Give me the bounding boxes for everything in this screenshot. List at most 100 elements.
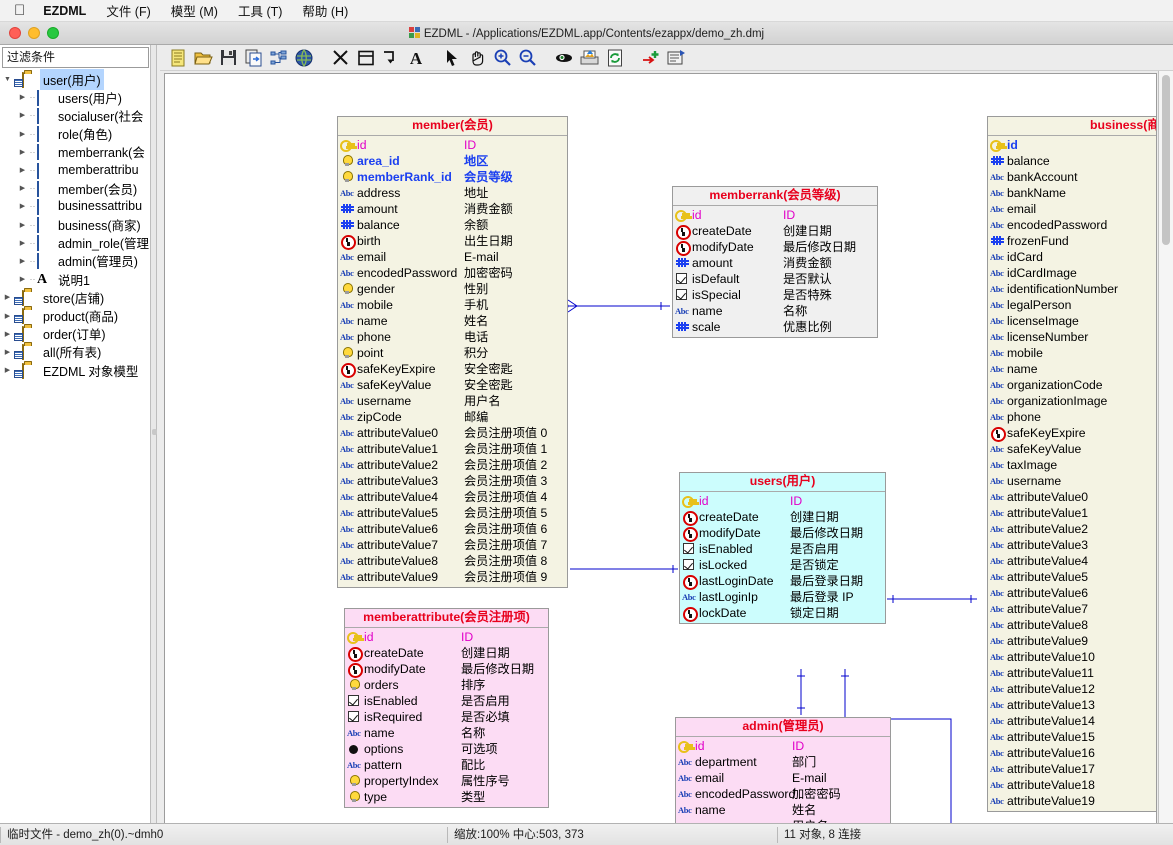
entity-field-row[interactable]: Abc attributeValue8 会员注册项值 8 — [338, 553, 567, 569]
tree-item-3[interactable]: ▶ ·· role(角色) — [0, 125, 151, 143]
entity-box[interactable]: memberrank(会员等级) id ID createDate 创建日期 modify… — [672, 186, 878, 338]
save-as-icon[interactable] — [241, 46, 266, 70]
entity-field-row[interactable]: id ID — [680, 493, 885, 509]
entity-field-row[interactable]: memberRank_id 会员等级 — [338, 169, 567, 185]
entity-field-row[interactable]: Abcusername 用户名 — [338, 393, 567, 409]
entity-field-row[interactable]: AbcattributeValue19 商家注册项值 19 — [988, 793, 1156, 809]
entity-field-row[interactable]: gender 性别 — [338, 281, 567, 297]
chevron-right-icon[interactable]: ▶ — [17, 239, 28, 247]
entity-field-row[interactable]: createDate 创建日期 — [680, 509, 885, 526]
maximize-button[interactable] — [47, 27, 59, 39]
entity-field-row[interactable]: Abc attributeValue5 会员注册项值 5 — [338, 505, 567, 521]
chevron-right-icon[interactable]: ▶ — [17, 221, 28, 229]
entity-field-row[interactable]: balance 余额 — [988, 153, 1156, 169]
preview-icon[interactable] — [552, 46, 577, 70]
model-tree-icon[interactable] — [266, 46, 291, 70]
entity-field-row[interactable]: id ID — [673, 207, 877, 223]
entity-field-row[interactable]: AbcattributeValue14 商家注册项值 14 — [988, 713, 1156, 729]
entity-field-row[interactable]: Abc lastLoginIp 最后登录 IP — [680, 589, 885, 605]
add-text-icon[interactable]: A — [403, 46, 428, 70]
report-icon[interactable] — [664, 46, 689, 70]
entity-field-row[interactable]: AbcattributeValue3 商家注册项值 3 — [988, 537, 1156, 553]
entity-field-row[interactable]: Abcname 名称 — [988, 361, 1156, 377]
tree-item-12[interactable]: ▶··store(店铺) — [0, 288, 151, 306]
entity-field-row[interactable]: Abc attributeValue6 会员注册项值 6 — [338, 521, 567, 537]
menu-item-help[interactable]: 帮助 (H) — [302, 1, 348, 20]
chevron-right-icon[interactable]: ▶ — [2, 330, 13, 338]
entity-field-row[interactable]: AbcattributeValue2 商家注册项值 2 — [988, 521, 1156, 537]
entity-field-row[interactable]: AbcattributeValue18 商家注册项值 18 — [988, 777, 1156, 793]
entity-field-row[interactable]: AbcsafeKeyValue 安全密匙 — [988, 441, 1156, 457]
entity-field-row[interactable]: createDate 创建日期 — [345, 645, 548, 662]
entity-field-row[interactable]: Abc attributeValue2 会员注册项值 2 — [338, 457, 567, 473]
apple-logo-icon[interactable]:  — [14, 3, 25, 18]
entity-field-row[interactable]: Abc attributeValue0 会员注册项值 0 — [338, 425, 567, 441]
pan-hand-icon[interactable] — [465, 46, 490, 70]
select-pointer-icon[interactable] — [440, 46, 465, 70]
entity-field-row[interactable]: AbcencodedPassword加密密码 — [338, 265, 567, 281]
entity-field-row[interactable]: AbcattributeValue6 商家注册项值 6 — [988, 585, 1156, 601]
close-button[interactable] — [9, 27, 21, 39]
zoom-out-icon[interactable] — [515, 46, 540, 70]
chevron-right-icon[interactable]: ▶ — [17, 184, 28, 192]
entity-box[interactable]: member(会员) id ID area_id 地区 memberRank_id 会员等级… — [337, 116, 568, 588]
chevron-down-icon[interactable]: ▼ — [2, 76, 13, 83]
entity-field-row[interactable]: Abcname 名称 — [345, 725, 548, 741]
tree-item-15[interactable]: ▶··all(所有表) — [0, 343, 151, 361]
chevron-right-icon[interactable]: ▶ — [17, 166, 28, 174]
new-file-icon[interactable] — [166, 46, 191, 70]
entity-field-row[interactable]: AbcattributeValue10 商家注册项值 10 — [988, 649, 1156, 665]
delete-icon[interactable] — [328, 46, 353, 70]
tree-item-4[interactable]: ▶ ·· memberrank(会 — [0, 143, 151, 161]
diagram-canvas[interactable]: member(会员) id ID area_id 地区 memberRank_id 会员等级… — [164, 73, 1157, 829]
entity-field-row[interactable]: Abc name 姓名 — [676, 802, 890, 818]
tree-item-16[interactable]: ▶··EZDML 对象模型 — [0, 361, 151, 379]
menu-item-model[interactable]: 模型 (M) — [171, 1, 218, 20]
entity-field-row[interactable]: AbcattributeValue11 商家注册项值 11 — [988, 665, 1156, 681]
entity-field-row[interactable]: isEnabled 是否启用 — [345, 693, 548, 709]
entity-field-row[interactable]: id ID — [345, 629, 548, 645]
entity-field-row[interactable]: id ID — [676, 738, 890, 754]
entity-field-row[interactable]: AbcidentificationNumber 纳税人识别号 — [988, 281, 1156, 297]
entity-field-row[interactable]: AbcorganizationImage 组织机构代码证图片 — [988, 393, 1156, 409]
entity-field-row[interactable]: isDefault 是否默认 — [673, 271, 877, 287]
entity-field-row[interactable]: AbcsafeKeyValue 安全密匙 — [338, 377, 567, 393]
chevron-right-icon[interactable]: ▶ — [17, 111, 28, 119]
entity-field-row[interactable]: Abc department 部门 — [676, 754, 890, 770]
tree-item-14[interactable]: ▶··order(订单) — [0, 325, 151, 343]
entity-field-row[interactable]: options 可选项 — [345, 741, 548, 757]
add-relation-icon[interactable] — [378, 46, 403, 70]
entity-field-row[interactable]: isLocked 是否锁定 — [680, 557, 885, 573]
tree-item-7[interactable]: ▶ ·· businessattribu — [0, 197, 151, 215]
tree-item-0[interactable]: ▼··user(用户) — [0, 69, 151, 90]
entity-field-row[interactable]: isRequired 是否必填 — [345, 709, 548, 725]
entity-field-row[interactable]: Abcmobile 手机 — [988, 345, 1156, 361]
entity-field-row[interactable]: Abc attributeValue9 会员注册项值 9 — [338, 569, 567, 585]
chevron-right-icon[interactable]: ▶ — [2, 366, 13, 374]
entity-box[interactable]: business(商家)idIDbalance余额AbcbankAccount银… — [987, 116, 1156, 812]
chevron-right-icon[interactable]: ▶ — [17, 130, 28, 138]
entity-field-row[interactable]: AbcattributeValue7 商家注册项值 7 — [988, 601, 1156, 617]
entity-field-row[interactable]: AbcattributeValue16 商家注册项值 16 — [988, 745, 1156, 761]
canvas-vscroll-thumb[interactable] — [1162, 75, 1170, 245]
refresh-doc-icon[interactable] — [602, 46, 627, 70]
chevron-right-icon[interactable]: ▶ — [17, 93, 28, 101]
entity-field-row[interactable]: AbcencodedPassword加密密码 — [988, 217, 1156, 233]
entity-field-row[interactable]: AbcencodedPassword加密密码 — [676, 786, 890, 802]
entity-field-row[interactable]: modifyDate 最后修改日期 — [673, 239, 877, 256]
entity-field-row[interactable]: Abc attributeValue7 会员注册项值 7 — [338, 537, 567, 553]
entity-field-row[interactable]: Abc attributeValue3 会员注册项值 3 — [338, 473, 567, 489]
panel-splitter[interactable] — [150, 45, 157, 845]
canvas-vertical-scrollbar[interactable] — [1158, 71, 1173, 831]
entity-field-row[interactable]: id ID — [338, 137, 567, 153]
entity-field-row[interactable]: Abcusername 用户名 — [988, 473, 1156, 489]
entity-field-row[interactable]: type 类型 — [345, 789, 548, 805]
entity-field-row[interactable]: point 积分 — [338, 345, 567, 361]
menu-app-name[interactable]: EZDML — [43, 4, 86, 18]
tree-item-11[interactable]: ▶ ·· A 说明1 — [0, 270, 151, 288]
tree-item-10[interactable]: ▶ ·· admin(管理员) — [0, 252, 151, 270]
chevron-right-icon[interactable]: ▶ — [17, 148, 28, 156]
open-folder-icon[interactable] — [191, 46, 216, 70]
save-icon[interactable] — [216, 46, 241, 70]
entity-field-row[interactable]: id ID — [988, 137, 1156, 153]
